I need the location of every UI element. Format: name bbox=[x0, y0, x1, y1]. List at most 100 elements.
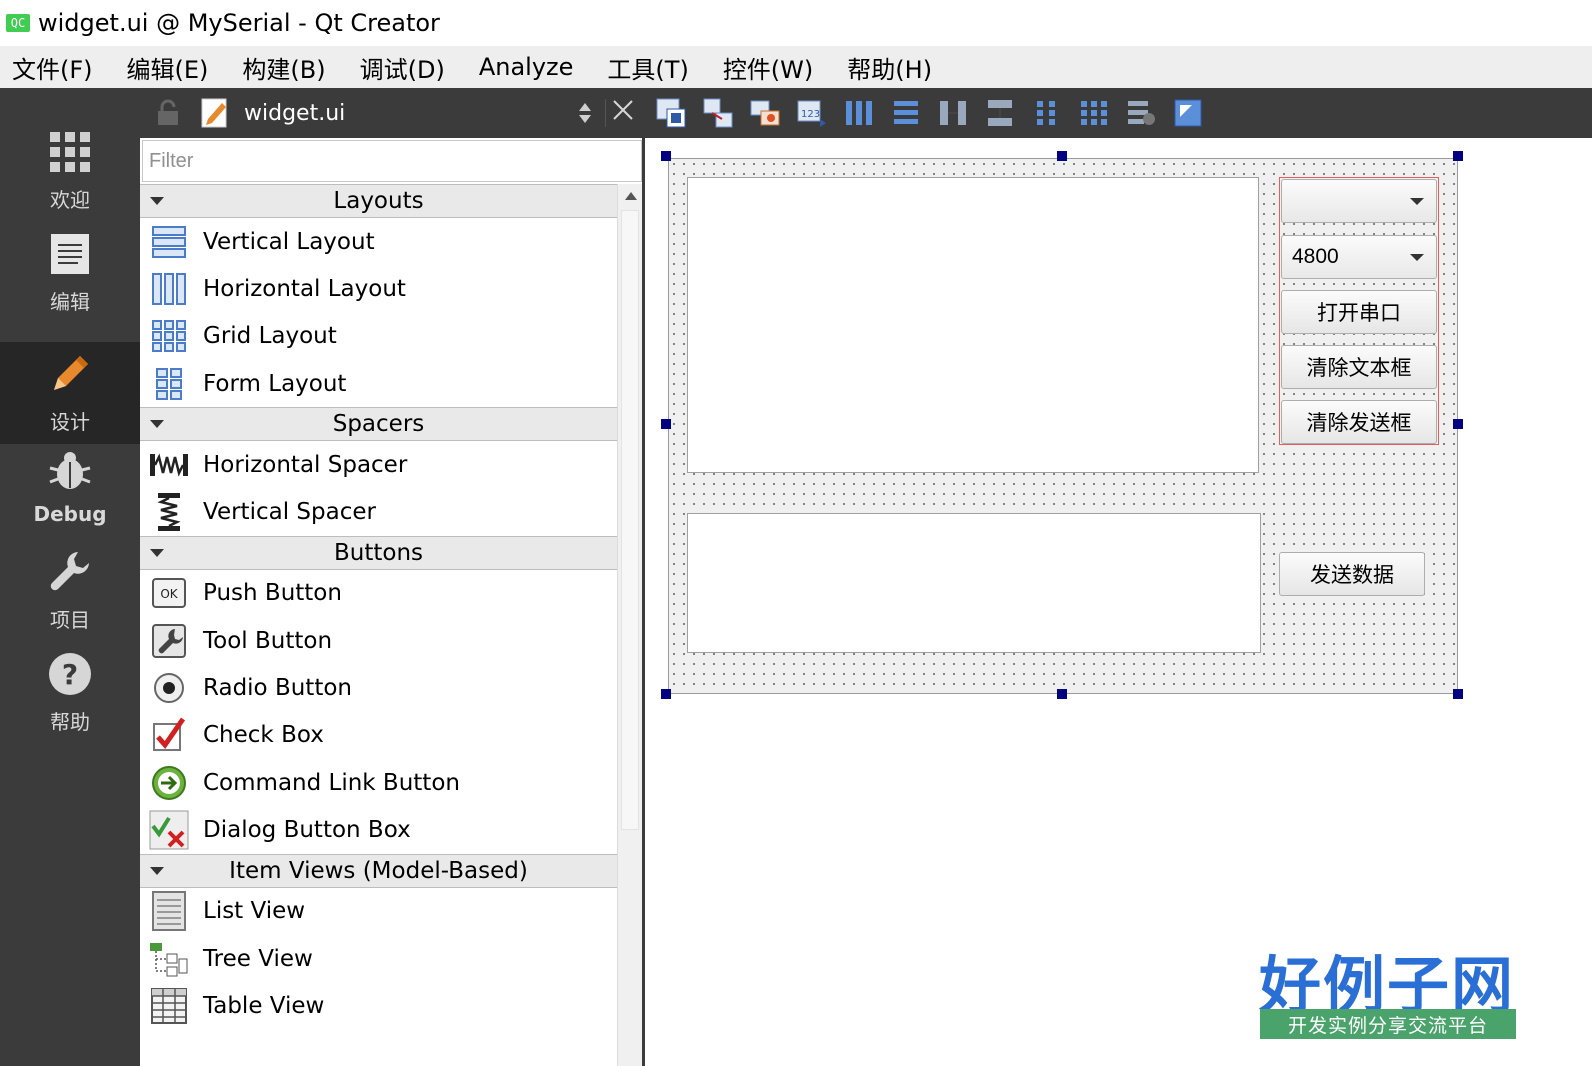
widget-item-label: Radio Button bbox=[203, 675, 352, 702]
send-text-edit[interactable] bbox=[687, 513, 1261, 653]
open-port-button[interactable]: 打开串口 bbox=[1281, 290, 1437, 334]
widget-item-check-box[interactable]: Check Box bbox=[140, 712, 617, 759]
resize-handle[interactable] bbox=[661, 689, 671, 699]
title-bar: QC widget.ui @ MySerial - Qt Creator bbox=[0, 0, 1592, 46]
break-layout-icon[interactable] bbox=[1123, 95, 1159, 131]
send-data-button[interactable]: 发送数据 bbox=[1279, 552, 1425, 596]
resize-handle[interactable] bbox=[1453, 419, 1463, 429]
layout-grid-icon[interactable] bbox=[1076, 95, 1112, 131]
resize-handle[interactable] bbox=[1453, 151, 1463, 161]
widget-item-label: Horizontal Spacer bbox=[203, 451, 408, 478]
layout-h-splitter-icon[interactable] bbox=[935, 95, 971, 131]
mode-debug[interactable]: Debug bbox=[0, 436, 140, 538]
widget-item-table-view[interactable]: Table View bbox=[140, 982, 617, 1029]
resize-handle[interactable] bbox=[1057, 689, 1067, 699]
resize-handle[interactable] bbox=[1453, 689, 1463, 699]
scroll-up-arrow-icon[interactable] bbox=[618, 184, 643, 208]
clear-text-button[interactable]: 清除文本框 bbox=[1281, 345, 1437, 389]
category-buttons[interactable]: Buttons bbox=[140, 535, 617, 570]
form-design-canvas: 4800 打开串口 清除文本框 清除发送框 发送数据 bbox=[648, 138, 1592, 1066]
widget-item-grid-layout[interactable]: Grid Layout bbox=[140, 313, 617, 360]
mode-welcome[interactable]: 欢迎 bbox=[0, 120, 140, 222]
widget-item-horizontal-spacer[interactable]: Horizontal Spacer bbox=[140, 441, 617, 488]
ui-file-icon bbox=[200, 97, 230, 129]
tool-button-icon bbox=[149, 623, 189, 659]
widget-item-vertical-spacer[interactable]: Vertical Spacer bbox=[140, 488, 617, 535]
adjust-size-icon[interactable] bbox=[1170, 95, 1206, 131]
filter-input[interactable]: Filter bbox=[142, 140, 642, 182]
category-label: Item Views (Model-Based) bbox=[229, 857, 528, 884]
tree-view-icon bbox=[149, 941, 189, 977]
category-label: Buttons bbox=[333, 539, 424, 566]
form-widget[interactable]: 4800 打开串口 清除文本框 清除发送框 发送数据 bbox=[668, 158, 1458, 694]
clear-send-button[interactable]: 清除发送框 bbox=[1281, 400, 1437, 444]
widget-item-dialog-button-box[interactable]: Dialog Button Box bbox=[140, 806, 617, 853]
widget-item-label: List View bbox=[203, 898, 306, 925]
layout-vertically-icon[interactable] bbox=[888, 95, 924, 131]
widget-item-list-view[interactable]: List View bbox=[140, 888, 617, 935]
menu-help[interactable]: 帮助(H) bbox=[845, 50, 934, 85]
widget-item-label: Dialog Button Box bbox=[203, 816, 411, 843]
resize-handle[interactable] bbox=[661, 151, 671, 161]
form-layout-icon bbox=[149, 366, 189, 402]
mode-label: 欢迎 bbox=[50, 187, 90, 212]
table-view-icon bbox=[149, 987, 189, 1024]
widget-list-scrollbar[interactable] bbox=[617, 184, 642, 1066]
mode-projects[interactable]: 项目 bbox=[0, 540, 140, 642]
widget-item-vertical-layout[interactable]: Vertical Layout bbox=[140, 218, 617, 265]
lock-icon[interactable] bbox=[154, 99, 182, 127]
edit-tab-order-icon[interactable]: 123 bbox=[794, 95, 830, 131]
baud-rate-combo-box[interactable]: 4800 bbox=[1281, 235, 1437, 279]
widget-item-horizontal-layout[interactable]: Horizontal Layout bbox=[140, 265, 617, 312]
widget-item-tool-button[interactable]: Tool Button bbox=[140, 617, 617, 664]
widget-item-label: Table View bbox=[203, 992, 325, 1019]
grid-icon bbox=[48, 130, 92, 174]
mode-label: 项目 bbox=[50, 607, 90, 632]
menu-file[interactable]: 文件(F) bbox=[10, 50, 95, 85]
category-layouts[interactable]: Layouts bbox=[140, 184, 617, 218]
mode-edit[interactable]: 编辑 bbox=[0, 222, 140, 324]
menu-edit[interactable]: 编辑(E) bbox=[125, 50, 211, 85]
collapse-arrow-icon bbox=[150, 548, 164, 557]
menu-tools[interactable]: 工具(T) bbox=[605, 50, 690, 85]
receive-text-edit[interactable] bbox=[687, 177, 1259, 473]
resize-handle[interactable] bbox=[661, 419, 671, 429]
updown-arrows-icon[interactable] bbox=[577, 101, 593, 125]
widget-item-push-button[interactable]: OK Push Button bbox=[140, 570, 617, 617]
edit-buddies-icon[interactable] bbox=[747, 95, 783, 131]
open-file-name[interactable]: widget.ui bbox=[244, 101, 577, 126]
command-link-icon bbox=[149, 765, 189, 801]
port-combo-box[interactable] bbox=[1281, 179, 1437, 223]
collapse-arrow-icon bbox=[150, 197, 164, 205]
widget-item-label: Grid Layout bbox=[203, 323, 337, 350]
widget-item-tree-view[interactable]: Tree View bbox=[140, 935, 617, 982]
window-title: widget.ui @ MySerial - Qt Creator bbox=[38, 9, 440, 37]
widget-item-radio-button[interactable]: Radio Button bbox=[140, 664, 617, 711]
widget-item-form-layout[interactable]: Form Layout bbox=[140, 360, 617, 407]
widget-item-command-link-button[interactable]: Command Link Button bbox=[140, 759, 617, 806]
scrollbar-thumb[interactable] bbox=[621, 210, 639, 830]
widget-item-label: Form Layout bbox=[203, 370, 347, 397]
layout-form-icon[interactable] bbox=[1029, 95, 1065, 131]
baud-combo-value: 4800 bbox=[1292, 245, 1339, 268]
svg-text:?: ? bbox=[62, 658, 78, 691]
dialog-button-box-icon bbox=[149, 810, 189, 850]
form-editor-toolbar: 123 bbox=[645, 88, 1592, 138]
edit-widgets-icon[interactable] bbox=[653, 95, 689, 131]
category-spacers[interactable]: Spacers bbox=[140, 407, 617, 442]
mode-help[interactable]: ? 帮助 bbox=[0, 642, 140, 744]
resize-handle[interactable] bbox=[1057, 151, 1067, 161]
menu-build[interactable]: 构建(B) bbox=[240, 50, 327, 85]
category-item-views[interactable]: Item Views (Model-Based) bbox=[140, 853, 617, 888]
layout-horizontally-icon[interactable] bbox=[841, 95, 877, 131]
menu-widgets[interactable]: 控件(W) bbox=[721, 50, 815, 85]
menu-analyze[interactable]: Analyze bbox=[477, 53, 576, 81]
grid-layout-icon bbox=[149, 318, 189, 354]
mode-label: 编辑 bbox=[50, 289, 90, 314]
check-box-icon bbox=[149, 717, 189, 753]
close-document-icon[interactable] bbox=[605, 99, 633, 127]
menu-debug[interactable]: 调试(D) bbox=[358, 50, 447, 85]
edit-signals-slots-icon[interactable] bbox=[700, 95, 736, 131]
layout-v-splitter-icon[interactable] bbox=[982, 95, 1018, 131]
mode-design[interactable]: 设计 bbox=[0, 342, 140, 444]
